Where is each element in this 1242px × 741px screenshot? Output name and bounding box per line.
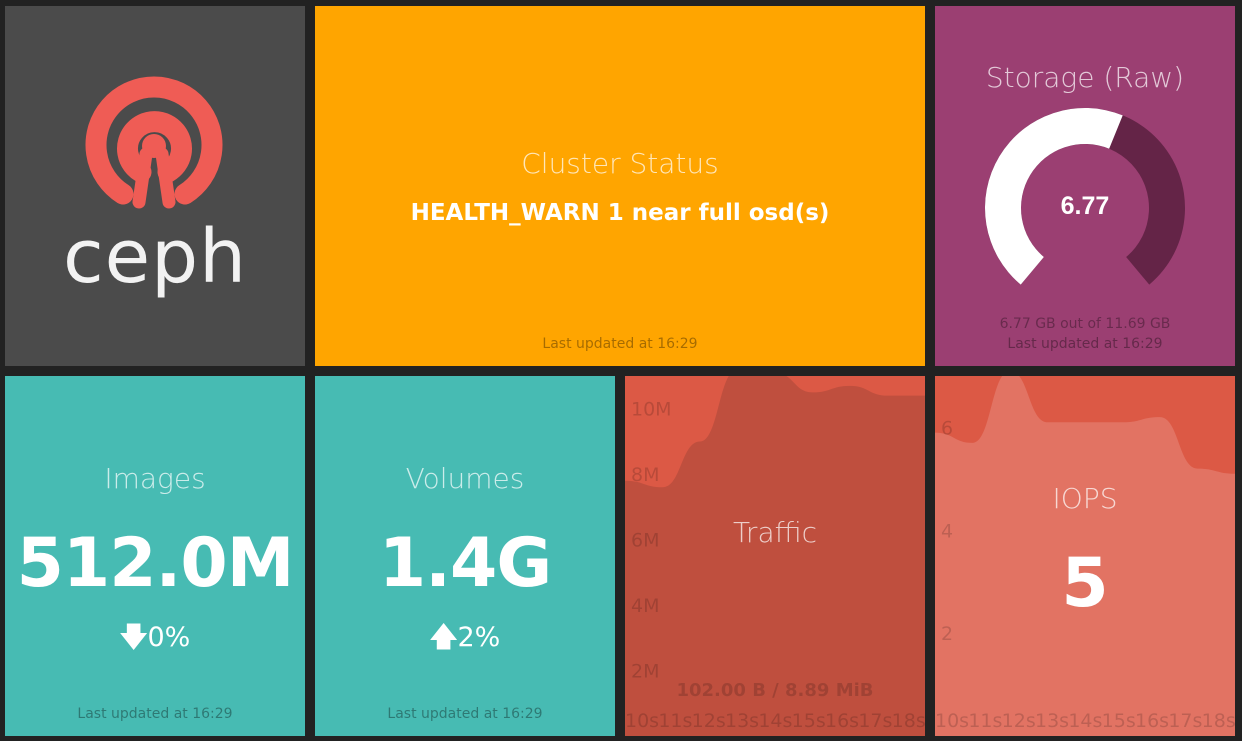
arrow-down-icon: 🡇: [119, 622, 148, 653]
storage-last-updated: Last updated at 16:29: [1007, 336, 1163, 352]
storage-more-info: 6.77 GB out of 11.69 GB: [999, 316, 1171, 332]
x-tick-label: 13s: [725, 710, 759, 732]
x-tick-label: 10s: [625, 710, 659, 732]
y-tick-label: 10M: [631, 399, 672, 421]
y-tick-label: 6: [941, 417, 953, 439]
x-tick-label: 13s: [1035, 710, 1069, 732]
y-tick-label: 4M: [631, 595, 659, 617]
volumes-title: Volumes: [405, 462, 525, 495]
traffic-more-info: 102.00 B / 8.89 MiB: [676, 680, 874, 701]
ceph-logo-text: ceph: [62, 214, 248, 300]
x-tick-label: 17s: [858, 710, 892, 732]
storage-tile[interactable]: Storage (Raw) 6.77 6.77 GB out of 11.69 …: [935, 6, 1235, 366]
images-value: 512.0M: [16, 524, 295, 603]
volumes-tile[interactable]: Volumes 1.4G 🡅2% Last updated at 16:29: [315, 376, 615, 736]
images-last-updated: Last updated at 16:29: [77, 706, 233, 722]
images-tile[interactable]: Images 512.0M 🡇0% Last updated at 16:29: [5, 376, 305, 736]
volumes-value: 1.4G: [378, 524, 552, 603]
x-tick-label: 14s: [758, 710, 792, 732]
y-tick-label: 4: [941, 520, 953, 542]
y-tick-label: 8M: [631, 464, 659, 486]
images-change-value: 0%: [147, 622, 191, 653]
volumes-last-updated: Last updated at 16:29: [387, 706, 543, 722]
x-tick-label: 18s: [892, 710, 925, 732]
y-tick-label: 2: [941, 623, 953, 645]
iops-value: 5: [1061, 544, 1109, 623]
arrow-up-icon: 🡅: [429, 622, 458, 653]
x-tick-label: 12s: [1002, 710, 1036, 732]
cluster-status-tile[interactable]: Cluster Status HEALTH_WARN 1 near full o…: [315, 6, 925, 366]
traffic-title: Traffic: [732, 516, 818, 549]
volumes-change: 🡅2%: [315, 618, 615, 664]
x-tick-label: 10s: [935, 710, 969, 732]
volumes-change-value: 2%: [457, 622, 501, 653]
storage-gauge: [985, 108, 1185, 285]
storage-gauge-value: 6.77: [1060, 192, 1110, 220]
iops-tile[interactable]: 6 4 2 10s 11s 12s 13s 14s 15s 16s 17s 18s IOPS 5: [935, 376, 1235, 736]
cluster-last-updated: Last updated at 16:29: [542, 336, 698, 352]
x-tick-label: 14s: [1068, 710, 1102, 732]
cluster-status-title: Cluster Status: [521, 147, 719, 180]
x-tick-label: 15s: [792, 710, 826, 732]
x-tick-label: 18s: [1202, 710, 1235, 732]
images-title: Images: [104, 462, 206, 495]
x-tick-label: 17s: [1168, 710, 1202, 732]
ceph-logo-icon: [85, 76, 223, 209]
cluster-status-text: HEALTH_WARN 1 near full osd(s): [410, 200, 830, 226]
traffic-tile[interactable]: 10M 8M 6M 4M 2M 10s 11s 12s 13s 14s 15s 16s 17s 18s T…: [625, 376, 925, 736]
x-tick-label: 11s: [658, 710, 692, 732]
x-tick-label: 16s: [1135, 710, 1169, 732]
images-change: 🡇0%: [5, 618, 305, 664]
iops-title: IOPS: [1052, 482, 1118, 515]
ceph-logo-tile: ceph: [5, 6, 305, 366]
x-tick-label: 15s: [1102, 710, 1136, 732]
x-tick-label: 12s: [692, 710, 726, 732]
x-tick-label: 11s: [968, 710, 1002, 732]
x-tick-label: 16s: [825, 710, 859, 732]
